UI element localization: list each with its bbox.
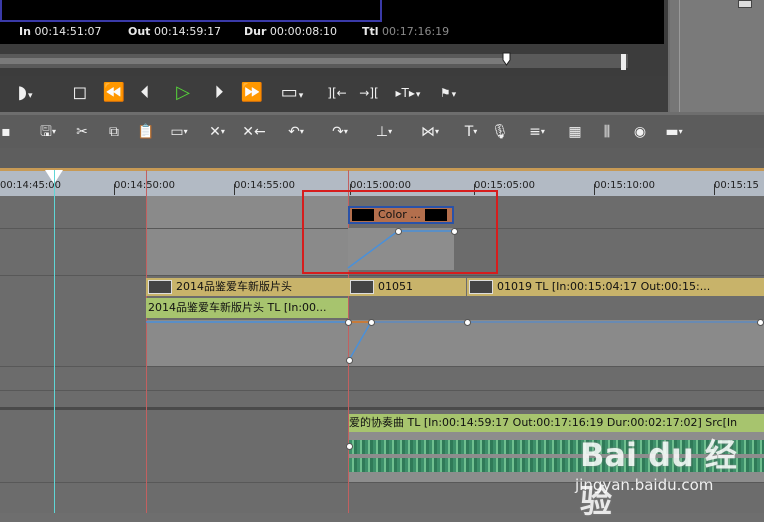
keyframe-point[interactable] (345, 319, 352, 326)
keyframe-point[interactable] (757, 319, 764, 326)
keyframe-point[interactable] (346, 357, 353, 364)
highlight-box (302, 190, 498, 274)
keyframe-point[interactable] (368, 319, 375, 326)
keyframe-point[interactable] (464, 319, 471, 326)
watermark-url: jingyan.baidu.com (575, 476, 714, 494)
keyframe-point[interactable] (346, 443, 353, 450)
